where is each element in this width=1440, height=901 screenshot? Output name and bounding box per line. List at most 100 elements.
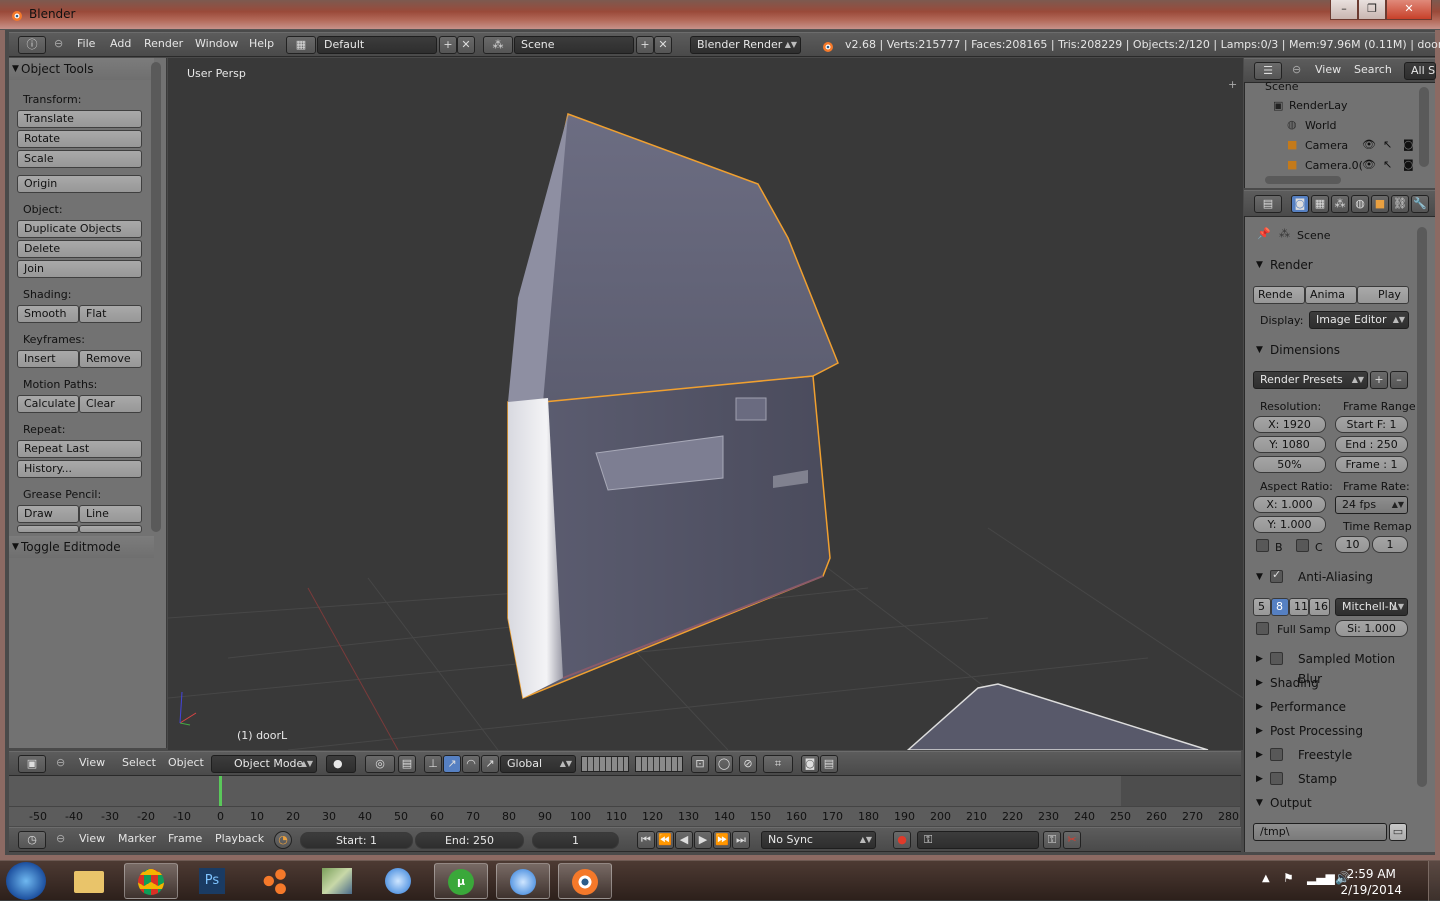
duplicate-objects-button[interactable]: Duplicate Objects — [17, 220, 142, 238]
screen-layout-dropdown[interactable]: Default — [317, 36, 437, 54]
filter-size-field[interactable]: Si: 1.000 — [1335, 620, 1408, 637]
maximize-button[interactable]: ❐ — [1358, 0, 1386, 20]
remove-preset-icon[interactable]: – — [1390, 371, 1408, 389]
delete-button[interactable]: Delete — [17, 240, 142, 258]
editor-type-3dview-icon[interactable]: ▣ — [18, 755, 46, 773]
line-button[interactable]: Line — [79, 505, 142, 523]
jump-start-icon[interactable]: ⏮ — [637, 831, 655, 849]
freestyle-checkbox[interactable] — [1270, 748, 1283, 761]
action-center-flag-icon[interactable]: ⚑ — [1283, 871, 1294, 885]
aa-samples-16-button[interactable]: 16 — [1309, 598, 1330, 616]
object-context-icon[interactable]: ■ — [1371, 195, 1389, 213]
mode-dropdown[interactable]: Object Mode ▲▼ — [211, 755, 317, 773]
visibility-eye-icon[interactable]: 👁 — [1362, 138, 1376, 151]
play-icon[interactable]: ▶ — [694, 831, 712, 849]
delete-screen-icon[interactable]: ✕ — [457, 36, 475, 54]
renderability-camera-icon[interactable]: ◙ — [1403, 138, 1414, 151]
network-signal-icon[interactable]: ▂▄▆ — [1307, 871, 1335, 885]
smooth-button[interactable]: Smooth — [17, 305, 79, 323]
render-still-icon[interactable]: ◙ — [801, 755, 819, 773]
itunes-taskbar-icon[interactable] — [372, 863, 426, 899]
performance-panel-header[interactable]: ▶ Performance — [1253, 697, 1411, 717]
timeline-menu-view[interactable]: View — [79, 832, 105, 845]
resolution-x-field[interactable]: X: 1920 — [1253, 416, 1326, 433]
resolution-y-field[interactable]: Y: 1080 — [1253, 436, 1326, 453]
flat-button[interactable]: Flat — [79, 305, 142, 323]
frame-end-field[interactable]: End : 250 — [1335, 436, 1408, 453]
start-button[interactable] — [6, 862, 46, 900]
collapse-menu-icon[interactable]: ⊖ — [56, 832, 65, 845]
keying-set-field[interactable]: ⚿ — [917, 831, 1039, 849]
toggle-editmode-header[interactable]: ▼ Toggle Editmode — [9, 536, 154, 558]
properties-scrollbar[interactable] — [1417, 227, 1427, 787]
add-screen-icon[interactable]: + — [439, 36, 457, 54]
menu-view[interactable]: View — [79, 756, 105, 769]
proportional-edit-icon[interactable]: ◯ — [715, 755, 733, 773]
jump-end-icon[interactable]: ⏭ — [732, 831, 750, 849]
collapse-menu-icon[interactable]: ⊖ — [54, 37, 63, 50]
time-remap-old-field[interactable]: 10 — [1335, 536, 1370, 553]
pin-icon[interactable]: 📌 — [1257, 227, 1271, 240]
output-panel-header[interactable]: ▼ Output — [1253, 793, 1411, 813]
jump-prev-keyframe-icon[interactable]: ⏪ — [656, 831, 674, 849]
play-button[interactable]: Play — [1357, 286, 1409, 304]
play-reverse-icon[interactable]: ◀ — [675, 831, 693, 849]
current-frame-marker[interactable] — [219, 776, 222, 806]
frame-step-field[interactable]: Frame : 1 — [1335, 456, 1408, 473]
aspect-y-field[interactable]: Y: 1.000 — [1253, 516, 1326, 533]
chrome-taskbar-icon[interactable] — [124, 863, 178, 899]
tray-expand-icon[interactable]: ▲ — [1262, 873, 1270, 884]
motion-blur-checkbox[interactable] — [1270, 652, 1283, 665]
menu-render[interactable]: Render — [144, 37, 183, 50]
aspect-x-field[interactable]: X: 1.000 — [1253, 496, 1326, 513]
timeline-menu-frame[interactable]: Frame — [168, 832, 202, 845]
door-mesh[interactable] — [507, 112, 839, 700]
frame-rate-dropdown[interactable]: 24 fps ▲▼ — [1335, 496, 1408, 514]
jump-next-keyframe-icon[interactable]: ⏩ — [713, 831, 731, 849]
browse-folder-icon[interactable]: ▭ — [1389, 823, 1407, 841]
photoshop-taskbar-icon[interactable]: Ps — [186, 863, 240, 899]
toolshelf-scrollbar[interactable] — [151, 62, 161, 532]
remove-keyframe-button[interactable]: Remove — [79, 350, 142, 368]
insert-keyframe-button[interactable]: Insert — [17, 350, 79, 368]
dimensions-panel-header[interactable]: ▼ Dimensions — [1253, 340, 1411, 360]
scene-icon[interactable]: ⁂ — [483, 36, 513, 54]
manipulator-active-icon[interactable]: ↗ — [443, 755, 461, 773]
lock-layers-icon[interactable]: ⊡ — [691, 755, 709, 773]
object-tools-header[interactable]: ▼ Object Tools — [9, 58, 154, 80]
blender-taskbar-icon[interactable] — [558, 863, 612, 899]
shading-mode-dropdown[interactable]: ● — [326, 755, 356, 773]
current-frame-field[interactable]: 1 — [532, 832, 619, 849]
scene-dropdown[interactable]: Scene — [514, 36, 634, 54]
second-object-mesh[interactable] — [906, 683, 1209, 750]
layers-block-1[interactable] — [581, 756, 629, 772]
resolution-percentage-field[interactable]: 50% — [1253, 456, 1326, 473]
menu-add[interactable]: Add — [110, 37, 131, 50]
outliner-menu-view[interactable]: View — [1315, 63, 1341, 76]
menu-object[interactable]: Object — [168, 756, 204, 769]
start-frame-field[interactable]: Start: 1 — [300, 832, 413, 849]
utorrent-taskbar-icon[interactable]: µ — [434, 863, 488, 899]
aa-samples-5-button[interactable]: 5 — [1253, 598, 1271, 616]
editor-type-timeline-icon[interactable]: ◷ — [18, 831, 46, 849]
timeline-ruler[interactable]: -50 -40 -30 -20 -10 0 10 20 30 40 50 60 … — [9, 806, 1240, 826]
selectability-cursor-icon[interactable]: ↖ — [1383, 158, 1392, 171]
sync-mode-dropdown[interactable]: No Sync ▲▼ — [761, 831, 876, 849]
outliner-item-camera[interactable]: Camera — [1305, 139, 1348, 152]
origin-button[interactable]: Origin — [17, 175, 142, 193]
world-context-icon[interactable]: ◍ — [1351, 195, 1369, 213]
timeline-menu-marker[interactable]: Marker — [118, 832, 156, 845]
render-animation-icon[interactable]: ▤ — [820, 755, 838, 773]
aa-samples-11-button[interactable]: 11 — [1289, 598, 1309, 616]
manipulator-rotate-icon[interactable]: ◠ — [462, 755, 480, 773]
auto-keying-record-icon[interactable]: ● — [893, 831, 911, 849]
aa-samples-8-button[interactable]: 8 — [1271, 598, 1289, 616]
erase-button-clipped[interactable] — [79, 525, 142, 533]
render-panel-header[interactable]: ▼ Render — [1253, 255, 1411, 275]
system-clock[interactable]: 2:59 AM 2/19/2014 — [1340, 866, 1402, 898]
border-checkbox[interactable] — [1256, 539, 1269, 552]
visibility-eye-icon[interactable]: 👁 — [1362, 158, 1376, 171]
renderability-camera-icon[interactable]: ◙ — [1403, 158, 1414, 171]
selectability-cursor-icon[interactable]: ↖ — [1383, 138, 1392, 151]
delete-scene-icon[interactable]: ✕ — [654, 36, 672, 54]
